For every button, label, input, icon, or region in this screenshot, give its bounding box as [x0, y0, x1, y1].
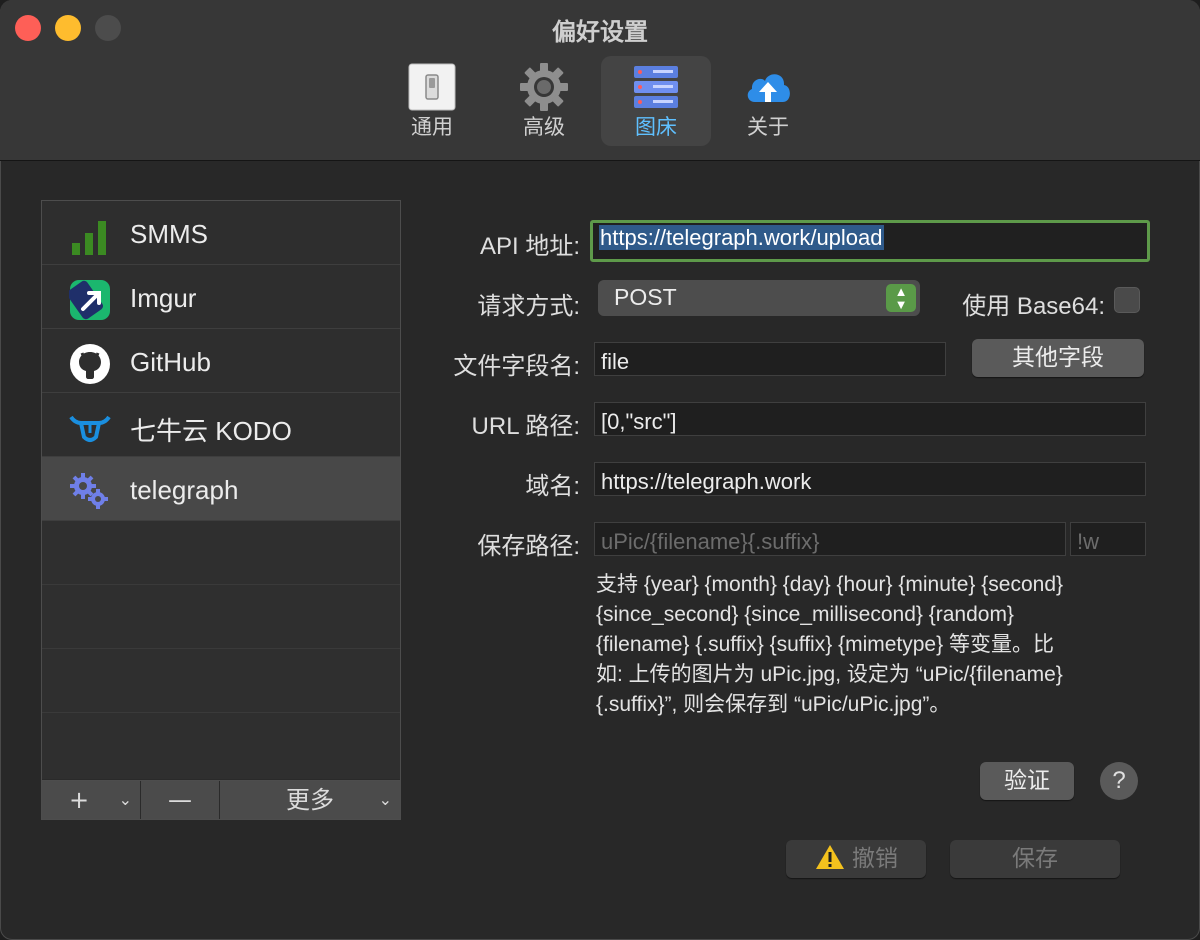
signal-bars-icon — [72, 221, 106, 255]
tab-image-hosts[interactable]: 图床 — [601, 56, 711, 146]
host-label: GitHub — [130, 347, 211, 377]
hint-line: {since_second} {since_millisecond} {rand… — [596, 603, 1014, 626]
empty-list-row — [42, 585, 400, 649]
stepper-arrows-icon: ▲ ▼ — [886, 284, 916, 312]
save-path-input[interactable]: uPic/{filename}{.suffix} — [594, 522, 1066, 556]
host-label: SMMS — [130, 219, 208, 249]
hint-line: {filename} {.suffix} {suffix} {mimetype}… — [596, 633, 1054, 656]
github-icon — [70, 344, 110, 384]
chevron-down-icon: ⌄ — [378, 790, 392, 809]
host-item-telegraph[interactable]: telegraph — [42, 457, 400, 521]
gear-icon — [520, 63, 568, 111]
tab-general-label: 通用 — [411, 115, 453, 139]
more-button[interactable]: 更多 ⌄ — [220, 781, 400, 819]
help-button[interactable]: ? — [1100, 762, 1138, 800]
field-name-label: 文件字段名: — [453, 353, 580, 380]
method-value: POST — [614, 284, 677, 310]
gears-icon — [70, 473, 108, 509]
imgur-arrow-icon — [69, 280, 110, 320]
tab-advanced[interactable]: 高级 — [489, 56, 599, 146]
api-url-value: https://telegraph.work/upload — [599, 225, 884, 250]
verify-button[interactable]: 验证 — [980, 762, 1074, 800]
undo-button[interactable]: 撤销 — [786, 840, 926, 878]
host-list: SMMS Imgur GitHub 七牛云 KODO telegraph — [41, 200, 401, 782]
base64-checkbox[interactable] — [1114, 287, 1140, 313]
warning-icon — [816, 845, 844, 869]
remove-host-button[interactable]: — — [141, 781, 220, 819]
domain-input[interactable]: https://telegraph.work — [594, 462, 1146, 496]
host-item-qiniu[interactable]: 七牛云 KODO — [42, 393, 400, 457]
hint-line: 如: 上传的图片为 uPic.jpg, 设定为 “uPic/{filename} — [596, 663, 1063, 686]
switch-icon — [408, 63, 456, 111]
base64-label: 使用 Base64: — [962, 293, 1105, 320]
host-item-github[interactable]: GitHub — [42, 329, 400, 393]
add-label: + — [68, 786, 90, 814]
variables-hint: 支持 {year} {month} {day} {hour} {minute} … — [596, 570, 1146, 720]
tab-image-hosts-label: 图床 — [635, 115, 677, 139]
tab-advanced-label: 高级 — [523, 115, 565, 139]
api-url-input[interactable]: https://telegraph.work/upload — [590, 220, 1150, 262]
host-label: telegraph — [130, 475, 239, 505]
more-label: 更多 — [286, 786, 334, 814]
field-name-input[interactable]: file — [594, 342, 946, 376]
qiniu-icon — [69, 415, 111, 442]
save-path-label: 保存路径: — [477, 533, 580, 560]
host-label: Imgur — [130, 283, 197, 313]
tab-about-label: 关于 — [747, 115, 789, 139]
titlebar: 偏好设置 通用 高级 图床 关于 — [0, 0, 1200, 161]
tab-about[interactable]: 关于 — [713, 56, 823, 146]
method-select[interactable]: POST ▲ ▼ — [598, 280, 920, 316]
empty-list-row — [42, 521, 400, 585]
url-path-input[interactable]: [0,"src"] — [594, 402, 1146, 436]
cloud-upload-icon — [747, 74, 790, 102]
undo-label: 撤销 — [852, 846, 898, 872]
hint-line: {.suffix}”, 则会保存到 “uPic/uPic.jpg”。 — [596, 693, 951, 716]
tab-general[interactable]: 通用 — [377, 56, 487, 146]
method-label: 请求方式: — [477, 293, 580, 320]
empty-list-row — [42, 713, 400, 779]
hint-line: 支持 {year} {month} {day} {hour} {minute} … — [596, 573, 1064, 596]
add-host-button[interactable]: + ⌄ — [42, 781, 141, 819]
api-url-label: API 地址: — [479, 233, 580, 260]
host-label: 七牛云 KODO — [130, 416, 292, 446]
host-item-smms[interactable]: SMMS — [42, 201, 400, 265]
window-title: 偏好设置 — [552, 18, 648, 46]
preferences-window: 偏好设置 通用 高级 图床 关于 SMMS Imgur GitHub 七牛云 K… — [0, 0, 1200, 940]
server-rack-icon — [634, 66, 678, 108]
suffix-input[interactable]: !w — [1070, 522, 1146, 556]
save-button[interactable]: 保存 — [950, 840, 1120, 878]
empty-list-row — [42, 649, 400, 713]
domain-label: 域名: — [525, 473, 580, 500]
chevron-down-icon: ⌄ — [118, 790, 132, 809]
host-item-imgur[interactable]: Imgur — [42, 265, 400, 329]
host-list-toolbar: + ⌄ — 更多 ⌄ — [41, 780, 401, 820]
other-fields-button[interactable]: 其他字段 — [972, 339, 1144, 377]
url-path-label: URL 路径: — [471, 413, 580, 440]
